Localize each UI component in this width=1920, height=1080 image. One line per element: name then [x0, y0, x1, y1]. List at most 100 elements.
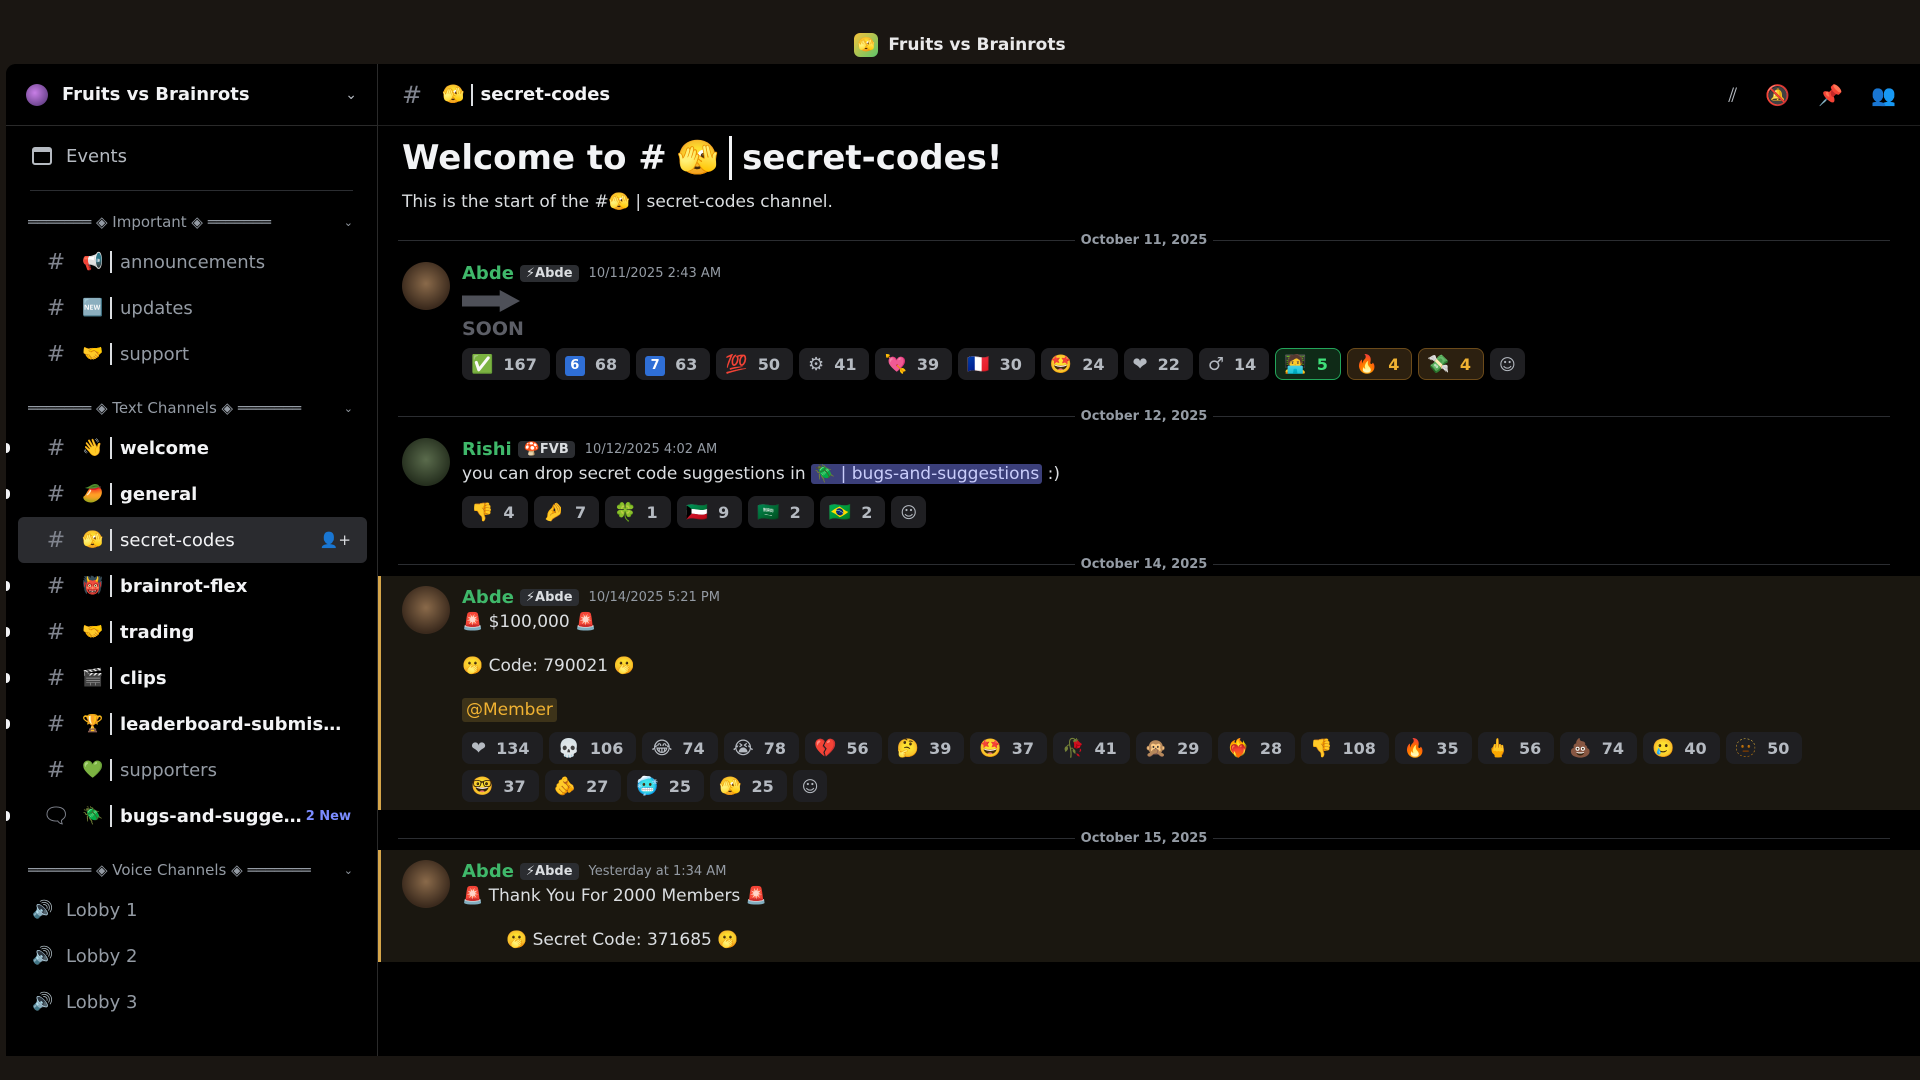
reaction-button[interactable]: 🫥 50	[1725, 732, 1803, 764]
channel-bugs-and-suggesti[interactable]: 🗨 🪲 bugs-and-suggesti...2 New	[6, 793, 367, 839]
reaction-count: 50	[1767, 738, 1790, 758]
category-voice-channels[interactable]: ═══════ ◈ Voice Channels ◈ ═══════ ⌄	[6, 853, 377, 887]
channel-welcome[interactable]: # 👋 welcome	[6, 425, 367, 471]
voice-channel-lobby-3[interactable]: 🔊 Lobby 3	[6, 979, 377, 1025]
channel-support[interactable]: # 🤝 support	[18, 331, 367, 377]
reaction-button[interactable]: 😭 78	[723, 732, 799, 764]
pin-icon[interactable]: 📌	[1818, 83, 1843, 107]
message-author[interactable]: Abde	[462, 861, 514, 882]
mute-bell-icon[interactable]: 🔕	[1765, 83, 1790, 107]
reaction-button[interactable]: 🤩 24	[1040, 348, 1118, 380]
server-tag[interactable]: ⚡Abde	[519, 862, 579, 880]
channel-secret-codes[interactable]: # 🫣 secret-codes 👤+	[18, 517, 367, 563]
reaction-button[interactable]: 💸 4	[1418, 348, 1484, 380]
reaction-button[interactable]: 🖕 56	[1477, 732, 1555, 764]
category-important[interactable]: ═══════ ◈ Important ◈ ═══════ ⌄	[6, 205, 377, 239]
channel-updates[interactable]: # 🆕 updates	[18, 285, 367, 331]
message-author[interactable]: Abde	[462, 263, 514, 284]
reaction-button[interactable]: 🫣 25	[710, 770, 787, 802]
reaction-button[interactable]: 🇫🇷 30	[958, 348, 1035, 380]
reaction-button[interactable]: 🇰🇼 9	[676, 496, 743, 528]
reaction-count: 25	[668, 776, 692, 796]
reaction-button[interactable]: ❤ 22	[1123, 348, 1193, 380]
reaction-button[interactable]: 😂 74	[642, 732, 718, 764]
reaction-button[interactable]: 💩 74	[1560, 732, 1637, 764]
voice-channel-label: Lobby 1	[66, 899, 138, 921]
reaction-button[interactable]: ❤ 134	[462, 732, 543, 764]
avatar[interactable]	[402, 586, 450, 634]
channel-leaderboard-submission[interactable]: # 🏆 leaderboard-submission	[6, 701, 367, 747]
server-tag[interactable]: 🍄FVB	[517, 440, 575, 458]
reaction-emoji: ❤‍🔥	[1227, 737, 1250, 759]
message-highlighted[interactable]: Abde ⚡Abde Yesterday at 1:34 AM 🚨 Thank …	[378, 850, 1920, 962]
channel-brainrot-flex[interactable]: # 👹 brainrot-flex	[6, 563, 367, 609]
channel-emoji: 🤝	[82, 344, 104, 364]
reaction-button[interactable]: 🔥 35	[1394, 732, 1472, 764]
reaction-emoji: 🫵	[553, 775, 577, 797]
server-tag[interactable]: ⚡Abde	[519, 588, 579, 606]
channel-mention[interactable]: 🪲 | bugs-and-suggestions	[811, 464, 1043, 484]
add-reaction-icon[interactable]: ☺	[1489, 348, 1525, 380]
channel-separator	[470, 83, 473, 106]
avatar[interactable]	[402, 438, 450, 486]
avatar[interactable]	[402, 262, 450, 310]
voice-channel-lobby-2[interactable]: 🔊 Lobby 2	[6, 933, 377, 979]
reaction-button[interactable]: 🤓 37	[462, 770, 539, 802]
reaction-count: 24	[1082, 354, 1105, 374]
reaction-button[interactable]: 💔 56	[804, 732, 882, 764]
reaction-button[interactable]: 🇧🇷 2	[819, 496, 886, 528]
reaction-button[interactable]: 🤩 37	[970, 732, 1048, 764]
channel-trading[interactable]: # 🤝 trading	[6, 609, 367, 655]
avatar[interactable]	[402, 860, 450, 908]
reaction-button[interactable]: 🥲 40	[1642, 732, 1720, 764]
reaction-button[interactable]: 🧑‍💻 5	[1275, 348, 1341, 380]
speaker-icon: 🔊	[32, 900, 54, 920]
reaction-emoji: 🥲	[1651, 737, 1675, 759]
channel-general[interactable]: # 🥭 general	[6, 471, 367, 517]
reaction-button[interactable]: 👎 108	[1301, 732, 1389, 764]
reaction-button[interactable]: 🙊 29	[1135, 732, 1213, 764]
channel-emoji: 🎬	[82, 668, 104, 688]
message-author[interactable]: Abde	[462, 587, 514, 608]
reaction-button[interactable]: 🇸🇦 2	[748, 496, 814, 528]
reaction-button[interactable]: 💀 106	[548, 732, 637, 764]
reaction-button[interactable]: 🤌 7	[533, 496, 600, 528]
reaction-button[interactable]: 🫵 27	[544, 770, 622, 802]
add-reaction-icon[interactable]: ☺	[891, 496, 927, 528]
create-invite-icon[interactable]: 👤+	[320, 531, 351, 549]
reaction-count: 74	[1601, 738, 1624, 758]
threads-icon[interactable]: ⫽	[1728, 83, 1737, 107]
events-button[interactable]: Events	[6, 126, 377, 186]
reaction-button[interactable]: 7 63	[636, 348, 711, 380]
message-author[interactable]: Rishi	[462, 439, 512, 460]
role-mention[interactable]: @Member	[462, 698, 557, 722]
reaction-button[interactable]: ⚙ 41	[799, 348, 870, 380]
message-highlighted[interactable]: Abde ⚡Abde 10/14/2025 5:21 PM 🚨 $100,000…	[378, 576, 1920, 810]
chevron-down-icon[interactable]: ⌄	[345, 87, 357, 103]
reaction-button[interactable]: 🤔 39	[887, 732, 965, 764]
category-text-channels[interactable]: ═══════ ◈ Text Channels ◈ ═══════ ⌄	[6, 391, 377, 425]
reaction-button[interactable]: 🍀 1	[605, 496, 671, 528]
member-list-icon[interactable]: 👥	[1871, 83, 1896, 107]
channel-clips[interactable]: # 🎬 clips	[6, 655, 367, 701]
reaction-button[interactable]: 👎 4	[462, 496, 528, 528]
reaction-button[interactable]: ✅ 167	[462, 348, 550, 380]
reaction-button[interactable]: 🥶 25	[627, 770, 705, 802]
server-tag[interactable]: ⚡Abde	[519, 264, 579, 282]
message[interactable]: Abde ⚡Abde 10/11/2025 2:43 AM SOON ✅ 167 6…	[378, 252, 1920, 388]
reaction-button[interactable]: 🔥 4	[1346, 348, 1413, 380]
reaction-button[interactable]: 6 68	[555, 348, 631, 380]
server-header[interactable]: Fruits vs Brainrots ⌄	[6, 64, 377, 126]
reaction-button[interactable]: 💘 39	[875, 348, 953, 380]
message-timestamp: Yesterday at 1:34 AM	[588, 863, 727, 879]
add-reaction-icon[interactable]: ☺	[792, 770, 828, 802]
reaction-button[interactable]: 💯 50	[716, 348, 794, 380]
reaction-button[interactable]: ❤‍🔥 28	[1218, 732, 1296, 764]
channel-announcements[interactable]: # 📢 announcements	[18, 239, 367, 285]
voice-channel-lobby-1[interactable]: 🔊 Lobby 1	[6, 887, 377, 933]
reaction-button[interactable]: ♂ 14	[1198, 348, 1270, 380]
channel-header: # 🫣 secret-codes ⫽ 🔕 📌 👥	[378, 64, 1920, 126]
message[interactable]: Rishi 🍄FVB 10/12/2025 4:02 AM you can dr…	[378, 428, 1920, 536]
channel-supporters[interactable]: # 💚 supporters	[18, 747, 367, 793]
reaction-button[interactable]: 🥀 41	[1053, 732, 1130, 764]
